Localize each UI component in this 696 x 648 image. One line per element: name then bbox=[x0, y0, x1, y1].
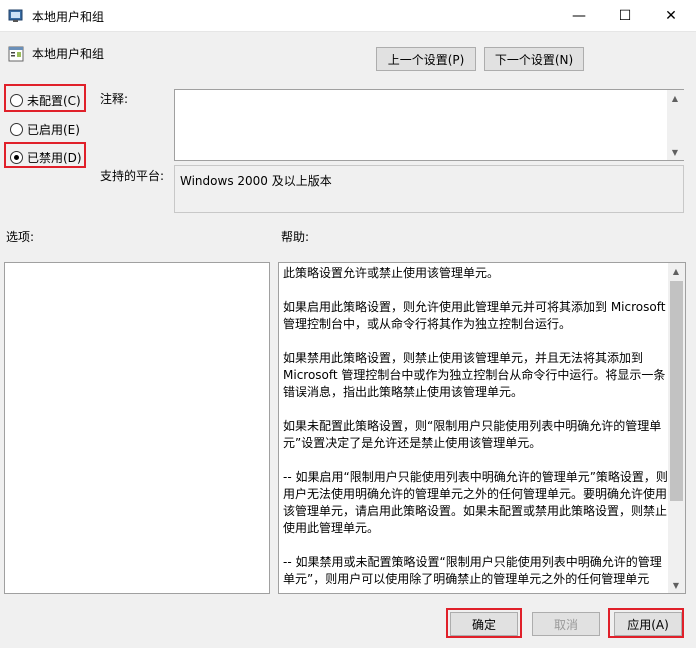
scroll-up-icon[interactable]: ▲ bbox=[668, 263, 684, 279]
scroll-up-icon[interactable]: ▲ bbox=[667, 90, 683, 106]
previous-setting-button[interactable]: 上一个设置(P) bbox=[376, 47, 476, 71]
title-bar: 本地用户和组 — ☐ ✕ bbox=[0, 0, 696, 32]
help-paragraph: 如果启用此策略设置，则允许使用此管理单元并可将其添加到 Microsoft 管理… bbox=[283, 300, 666, 331]
minimize-button[interactable]: — bbox=[556, 0, 602, 32]
comment-scrollbar[interactable]: ▲ ▼ bbox=[667, 90, 684, 160]
close-icon: ✕ bbox=[665, 8, 677, 24]
help-paragraph: 如果禁用此策略设置，则禁止使用该管理单元，并且无法将其添加到 Microsoft… bbox=[283, 351, 666, 399]
options-label: 选项: bbox=[6, 230, 35, 244]
highlight-box bbox=[446, 608, 522, 638]
platform-field: Windows 2000 及以上版本 bbox=[174, 165, 684, 213]
comment-field[interactable] bbox=[174, 89, 684, 161]
help-text: 此策略设置允许或禁止使用该管理单元。 如果启用此策略设置，则允许使用此管理单元并… bbox=[283, 265, 669, 593]
help-paragraph: 此策略设置允许或禁止使用该管理单元。 bbox=[283, 266, 500, 280]
radio-circle[interactable] bbox=[10, 123, 23, 136]
next-setting-button[interactable]: 下一个设置(N) bbox=[484, 47, 584, 71]
help-panel: 此策略设置允许或禁止使用该管理单元。 如果启用此策略设置，则允许使用此管理单元并… bbox=[278, 262, 686, 594]
policy-name: 本地用户和组 bbox=[32, 47, 105, 61]
policy-app-icon bbox=[8, 9, 23, 22]
maximize-button[interactable]: ☐ bbox=[602, 0, 648, 32]
radio-label: 已启用(E) bbox=[27, 123, 80, 137]
scroll-down-icon[interactable]: ▼ bbox=[667, 144, 683, 160]
highlight-box bbox=[608, 608, 684, 638]
comment-label: 注释: bbox=[100, 92, 129, 106]
cancel-button[interactable]: 取消 bbox=[532, 612, 600, 636]
options-panel bbox=[4, 262, 270, 594]
window-title: 本地用户和组 bbox=[32, 10, 105, 24]
platform-label: 支持的平台: bbox=[100, 169, 165, 183]
highlight-box bbox=[4, 142, 86, 168]
policy-setting-icon bbox=[8, 46, 24, 62]
help-label: 帮助: bbox=[281, 230, 310, 244]
maximize-icon: ☐ bbox=[618, 8, 632, 24]
close-button[interactable]: ✕ bbox=[648, 0, 694, 32]
help-paragraph: -- 如果启用“限制用户只能使用列表中明确允许的管理单元”策略设置，则用户无法使… bbox=[283, 470, 668, 535]
highlight-box bbox=[4, 84, 86, 112]
help-paragraph: -- 如果禁用或未配置策略设置“限制用户只能使用列表中明确允许的管理单元”，则用… bbox=[283, 555, 662, 586]
help-scrollbar[interactable]: ▲ ▼ bbox=[668, 263, 685, 593]
radio-enabled[interactable]: 已启用(E) bbox=[10, 121, 80, 138]
scroll-down-icon[interactable]: ▼ bbox=[668, 577, 684, 593]
help-paragraph: 如果未配置此策略设置，则“限制用户只能使用列表中明确允许的管理单元”设置决定了是… bbox=[283, 419, 662, 450]
scroll-thumb[interactable] bbox=[670, 281, 683, 501]
minimize-icon: — bbox=[572, 8, 586, 24]
